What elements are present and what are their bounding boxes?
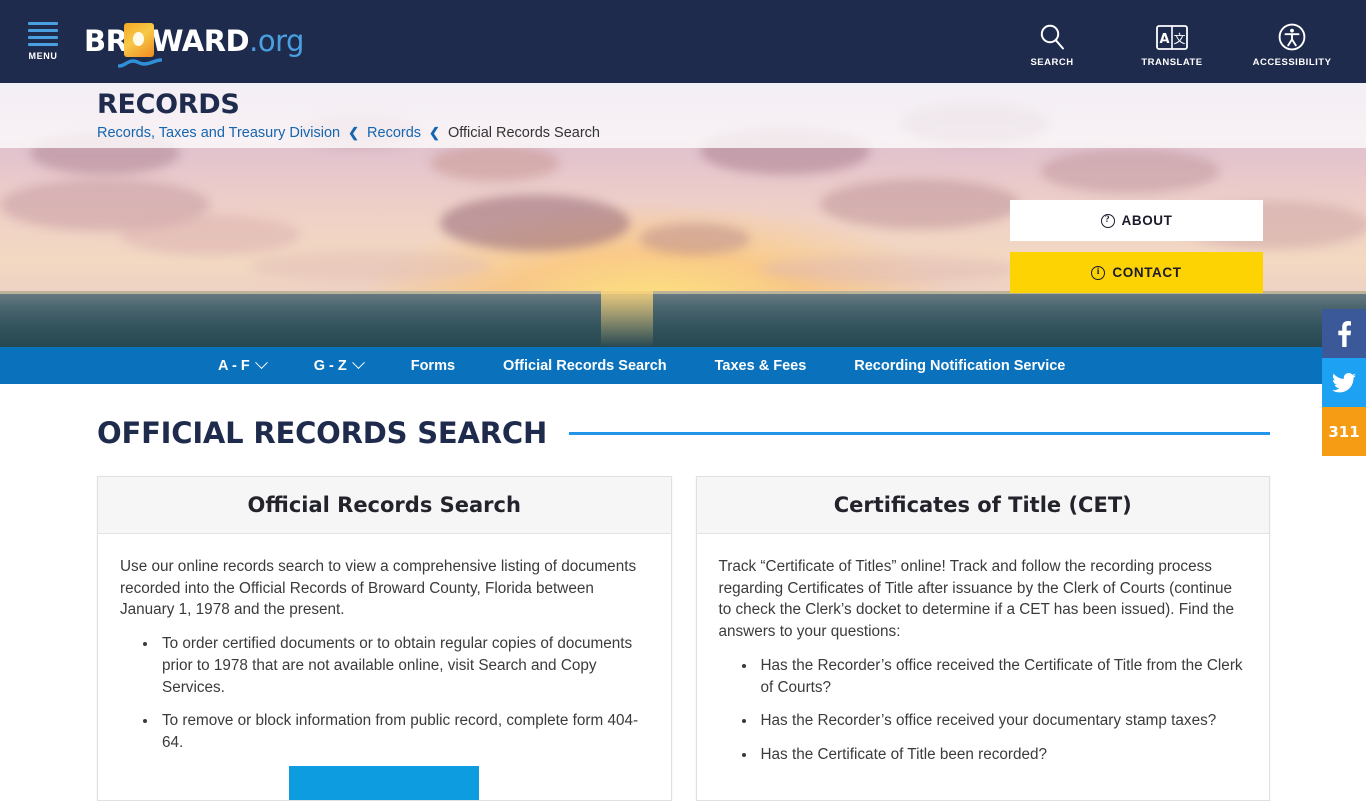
list-item: Has the Recorder’s office received your … bbox=[757, 710, 1248, 732]
breadcrumb-link-division[interactable]: Records, Taxes and Treasury Division bbox=[97, 125, 340, 141]
nav-item-label: Recording Notification Service bbox=[854, 357, 1066, 374]
logo-text-mid: WARD bbox=[151, 24, 250, 58]
list-item: To order certified documents or to obtai… bbox=[158, 633, 649, 698]
nav-item-a-f[interactable]: A - F bbox=[218, 356, 268, 374]
breadcrumb-band: RECORDS Records, Taxes and Treasury Divi… bbox=[0, 83, 1366, 148]
card-title: Certificates of Title (CET) bbox=[833, 493, 1132, 517]
search-icon bbox=[1038, 21, 1066, 53]
ocean-image bbox=[0, 291, 1366, 347]
svg-text:A: A bbox=[1159, 32, 1169, 47]
n311-button[interactable]: 311 bbox=[1322, 407, 1366, 456]
accessibility-label: ACCESSIBILITY bbox=[1252, 57, 1332, 68]
facebook-button[interactable] bbox=[1322, 309, 1366, 358]
nav-item-recording-notification-service[interactable]: Recording Notification Service bbox=[854, 358, 1065, 374]
cloud bbox=[640, 223, 750, 255]
contact-button-label: CONTACT bbox=[1112, 265, 1182, 280]
translate-icon: A 文 bbox=[1156, 21, 1188, 53]
header-icon-group: SEARCH A 文 TRANSLATE ACCESSIBILITY bbox=[1010, 15, 1334, 68]
logo-text-suffix: .org bbox=[249, 24, 304, 58]
content-card: Certificates of Title (CET) Track “Certif… bbox=[695, 476, 1270, 801]
nav-item-label: Official Records Search bbox=[503, 357, 667, 374]
cloud bbox=[120, 215, 300, 255]
social-rail: 311 bbox=[1322, 309, 1366, 456]
card-title: Official Records Search bbox=[247, 493, 521, 517]
breadcrumb-separator: ❮ bbox=[348, 125, 360, 140]
wave-icon bbox=[118, 57, 162, 68]
list-item: To remove or block information from publ… bbox=[158, 710, 649, 753]
site-header: MENU BROWARD.org SEARCH bbox=[0, 0, 1366, 83]
search-label: SEARCH bbox=[1030, 57, 1074, 68]
cloud bbox=[250, 251, 490, 281]
accessibility-icon bbox=[1278, 21, 1306, 53]
logo-text-main: BR bbox=[84, 24, 128, 58]
card-body: Use our online records search to view a … bbox=[98, 534, 671, 800]
breadcrumb: Records, Taxes and Treasury Division ❮ R… bbox=[97, 125, 1366, 141]
facebook-icon bbox=[1337, 320, 1351, 347]
records-search-cta-button[interactable] bbox=[289, 765, 480, 800]
card-cta-row bbox=[120, 765, 649, 800]
section-navigation: A - F G - Z Forms Official Records Search Ta… bbox=[0, 347, 1366, 384]
nav-item-label: Forms bbox=[410, 357, 456, 374]
list-item: Has the Certificate of Title been record… bbox=[757, 744, 1248, 766]
nav-item-g-z[interactable]: G - Z bbox=[313, 356, 365, 374]
list-item: Has the Recorder’s office received the C… bbox=[757, 655, 1248, 698]
card-body: Track “Certificate of Titles” online! Tr… bbox=[697, 534, 1270, 766]
about-button[interactable]: ? ABOUT bbox=[1010, 200, 1263, 241]
search-button[interactable]: SEARCH bbox=[1010, 21, 1094, 68]
page-title-row: OFFICIAL RECORDS SEARCH bbox=[97, 416, 1270, 450]
breadcrumb-link-records[interactable]: Records bbox=[367, 125, 421, 141]
cloud bbox=[1040, 149, 1220, 193]
hero-banner: RECORDS Records, Taxes and Treasury Divi… bbox=[0, 83, 1366, 347]
cloud bbox=[820, 179, 1020, 229]
broward-logo[interactable]: BROWARD.org bbox=[84, 22, 304, 68]
translate-label: TRANSLATE bbox=[1141, 57, 1203, 68]
nav-item-official-records-search[interactable]: Official Records Search bbox=[503, 358, 667, 374]
card-bullet-list: To order certified documents or to obtai… bbox=[158, 633, 649, 754]
nav-item-label: A - F bbox=[218, 357, 250, 374]
nav-item-label: G - Z bbox=[313, 357, 347, 374]
cloud bbox=[430, 145, 560, 181]
card-header: Certificates of Title (CET) bbox=[696, 477, 1269, 534]
nav-item-taxes-fees[interactable]: Taxes & Fees bbox=[715, 358, 807, 374]
accessibility-button[interactable]: ACCESSIBILITY bbox=[1250, 21, 1334, 68]
nav-item-forms[interactable]: Forms bbox=[411, 358, 455, 374]
card-group: Official Records Search Use our online re… bbox=[97, 476, 1270, 801]
chevron-down-icon bbox=[351, 356, 365, 370]
nav-item-label: Taxes & Fees bbox=[714, 357, 807, 374]
breadcrumb-separator: ❮ bbox=[429, 125, 440, 140]
card-bullet-list: Has the Recorder’s office received the C… bbox=[757, 655, 1248, 766]
hero-button-group: ? ABOUT i CONTACT bbox=[1010, 200, 1263, 293]
menu-button[interactable]: MENU bbox=[20, 22, 66, 61]
main-content: OFFICIAL RECORDS SEARCH Official Records… bbox=[0, 384, 1366, 801]
twitter-button[interactable] bbox=[1322, 358, 1366, 407]
translate-button[interactable]: A 文 TRANSLATE bbox=[1130, 21, 1214, 68]
section-title: RECORDS bbox=[97, 89, 240, 120]
svg-text:文: 文 bbox=[1173, 31, 1185, 46]
card-paragraph: Use our online records search to view a … bbox=[120, 558, 637, 619]
chevron-down-icon bbox=[254, 356, 268, 370]
cloud bbox=[440, 195, 630, 251]
question-mark-icon: ? bbox=[1100, 213, 1115, 228]
info-icon: i bbox=[1091, 265, 1106, 280]
breadcrumb-current: Official Records Search bbox=[447, 125, 600, 141]
about-button-label: ABOUT bbox=[1121, 213, 1173, 228]
menu-label: MENU bbox=[28, 51, 58, 61]
card-header: Official Records Search bbox=[98, 477, 671, 534]
page-title: OFFICIAL RECORDS SEARCH bbox=[97, 416, 548, 450]
twitter-icon bbox=[1332, 372, 1356, 392]
hamburger-icon bbox=[28, 22, 58, 50]
card-paragraph: Track “Certificate of Titles” online! Tr… bbox=[718, 558, 1235, 641]
cloud bbox=[760, 255, 1020, 283]
contact-button[interactable]: i CONTACT bbox=[1010, 252, 1263, 293]
content-card: Official Records Search Use our online re… bbox=[97, 476, 672, 801]
sun-icon bbox=[124, 22, 154, 57]
sun-reflection bbox=[601, 291, 654, 347]
title-divider bbox=[569, 431, 1270, 435]
